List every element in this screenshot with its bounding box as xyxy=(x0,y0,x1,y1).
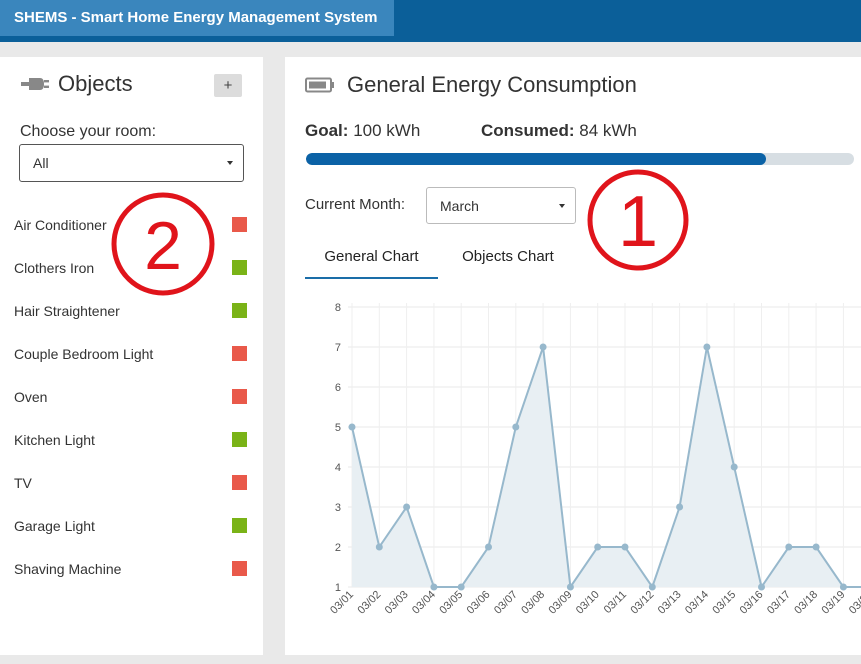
consumed-label: Consumed: xyxy=(481,121,575,140)
consumed-value: 84 kWh xyxy=(579,121,637,140)
status-indicator[interactable] xyxy=(232,518,247,533)
list-item[interactable]: Hair Straightener xyxy=(14,301,254,323)
status-indicator[interactable] xyxy=(232,561,247,576)
room-select-value: All xyxy=(33,155,49,171)
room-select[interactable]: All xyxy=(19,144,244,182)
app-title[interactable]: SHEMS - Smart Home Energy Management Sys… xyxy=(0,0,394,36)
object-name: Oven xyxy=(14,389,48,405)
goal-readout: Goal: 100 kWh xyxy=(305,121,420,141)
energy-panel: General Energy Consumption Goal: 100 kWh… xyxy=(285,57,861,655)
tab-general-chart[interactable]: General Chart xyxy=(305,237,438,279)
object-name: Hair Straightener xyxy=(14,303,120,319)
tab-objects-chart[interactable]: Objects Chart xyxy=(438,237,578,279)
top-bar: SHEMS - Smart Home Energy Management Sys… xyxy=(0,0,861,42)
list-item[interactable]: Oven xyxy=(14,387,254,409)
object-name: Couple Bedroom Light xyxy=(14,346,154,362)
status-indicator[interactable] xyxy=(232,475,247,490)
energy-header: General Energy Consumption xyxy=(305,72,637,98)
objects-title: Objects xyxy=(58,71,133,96)
list-item[interactable]: TV xyxy=(14,473,254,495)
progress-fill xyxy=(306,153,767,165)
month-select[interactable]: March xyxy=(426,187,576,224)
status-indicator[interactable] xyxy=(232,432,247,447)
chevron-down-icon xyxy=(559,204,565,208)
list-item[interactable]: Garage Light xyxy=(14,516,254,538)
object-name: Air Conditioner xyxy=(14,217,107,233)
object-name: Shaving Machine xyxy=(14,561,122,577)
list-item[interactable]: Kitchen Light xyxy=(14,430,254,452)
month-select-value: March xyxy=(440,198,479,214)
room-label: Choose your room: xyxy=(20,123,157,140)
add-object-button[interactable]: + xyxy=(214,74,242,97)
status-indicator[interactable] xyxy=(232,389,247,404)
list-item[interactable]: Air Conditioner xyxy=(14,215,254,237)
chevron-down-icon xyxy=(227,161,233,165)
status-indicator[interactable] xyxy=(232,260,247,275)
object-name: TV xyxy=(14,475,32,491)
status-indicator[interactable] xyxy=(232,217,247,232)
goal-label: Goal: xyxy=(305,121,349,140)
page-title: General Energy Consumption xyxy=(347,72,637,97)
objects-header: Objects xyxy=(20,71,133,97)
object-name: Clothers Iron xyxy=(14,260,95,276)
plug-icon xyxy=(21,78,49,90)
objects-panel: Objects + Choose your room: All Air Cond… xyxy=(0,57,263,655)
object-name: Kitchen Light xyxy=(14,432,95,448)
list-item[interactable]: Shaving Machine xyxy=(14,559,254,581)
battery-icon xyxy=(305,77,334,93)
consumed-readout: Consumed: 84 kWh xyxy=(481,121,637,141)
status-indicator[interactable] xyxy=(232,303,247,318)
list-item[interactable]: Clothers Iron xyxy=(14,258,254,280)
list-item[interactable]: Couple Bedroom Light xyxy=(14,344,254,366)
object-name: Garage Light xyxy=(14,518,95,534)
goal-value: 100 kWh xyxy=(353,121,421,140)
consumption-progress-bar xyxy=(306,153,854,165)
month-label: Current Month: xyxy=(305,196,406,213)
status-indicator[interactable] xyxy=(232,346,247,361)
